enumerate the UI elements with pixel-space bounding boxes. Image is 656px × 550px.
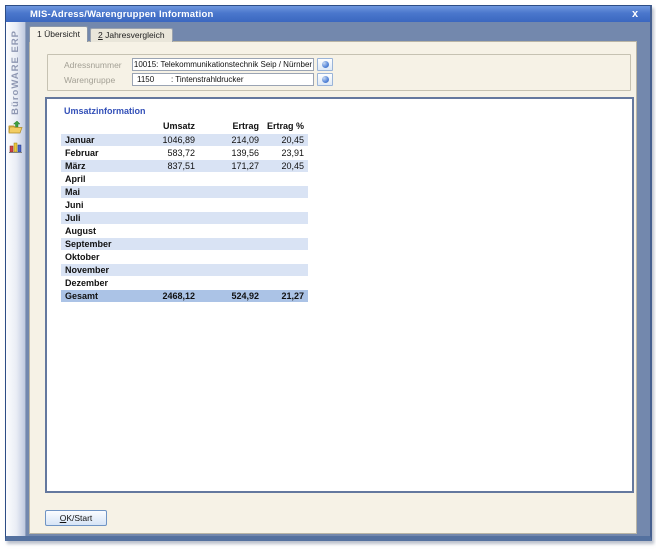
adressnummer-label: Adressnummer bbox=[64, 60, 132, 70]
ertrag-pct-cell: 20,45 bbox=[263, 160, 308, 172]
umsatz-cell bbox=[139, 238, 199, 250]
lookup-orb-icon bbox=[322, 76, 329, 83]
ertrag-pct-cell bbox=[263, 225, 308, 237]
umsatz-report-panel: Umsatzinformation Umsatz Ertrag Ertrag %… bbox=[45, 97, 634, 493]
col-header-umsatz: Umsatz bbox=[139, 120, 199, 132]
content-panel: Adressnummer 10015: Telekommunikationste… bbox=[29, 41, 637, 534]
tab-uebersicht[interactable]: 1 Übersicht bbox=[29, 26, 88, 42]
table-body: Januar 1046,89 214,09 20,45 Februar 583,… bbox=[61, 134, 308, 302]
ertrag-cell bbox=[199, 199, 263, 211]
ertrag-pct-cell bbox=[263, 251, 308, 263]
warengruppe-label: Warengruppe bbox=[64, 75, 132, 85]
ertrag-pct-cell bbox=[263, 199, 308, 211]
ertrag-cell bbox=[199, 264, 263, 276]
ertrag-pct-cell: 21,27 bbox=[263, 290, 308, 302]
table-row: Januar 1046,89 214,09 20,45 bbox=[61, 134, 308, 146]
ertrag-pct-cell: 23,91 bbox=[263, 147, 308, 159]
ertrag-cell: 214,09 bbox=[199, 134, 263, 146]
umsatz-cell bbox=[139, 251, 199, 263]
table-row: Mai bbox=[61, 186, 308, 198]
adressnummer-row: Adressnummer 10015: Telekommunikationste… bbox=[48, 58, 630, 71]
window-title: MIS-Adress/Warengruppen Information bbox=[6, 9, 213, 20]
window-body: BüroWARE ERP 1 Übersicht bbox=[6, 22, 650, 536]
table-row: April bbox=[61, 173, 308, 185]
umsatz-cell: 1046,89 bbox=[139, 134, 199, 146]
ertrag-pct-cell bbox=[263, 264, 308, 276]
col-header-ertrag-pct: Ertrag % bbox=[263, 120, 308, 132]
table-row: März 837,51 171,27 20,45 bbox=[61, 160, 308, 172]
table-row: November bbox=[61, 264, 308, 276]
table-header-row: Umsatz Ertrag Ertrag % bbox=[61, 120, 308, 132]
month-cell: Dezember bbox=[61, 277, 139, 289]
table-row: Dezember bbox=[61, 277, 308, 289]
tab-jahresvergleich[interactable]: 2 Jahresvergleich bbox=[90, 28, 173, 42]
umsatz-cell: 2468,12 bbox=[139, 290, 199, 302]
ertrag-cell bbox=[199, 251, 263, 263]
ertrag-cell bbox=[199, 173, 263, 185]
brand-sidebar: BüroWARE ERP bbox=[6, 22, 26, 536]
month-cell: März bbox=[61, 160, 139, 172]
ertrag-cell bbox=[199, 212, 263, 224]
table-row: Februar 583,72 139,56 23,91 bbox=[61, 147, 308, 159]
brand-vertical-label: BüroWARE ERP bbox=[10, 30, 21, 115]
month-cell: Mai bbox=[61, 186, 139, 198]
ertrag-cell bbox=[199, 225, 263, 237]
adressnummer-field[interactable]: 10015: Telekommunikationstechnik Seip / … bbox=[132, 58, 314, 71]
umsatz-cell bbox=[139, 277, 199, 289]
umsatz-cell bbox=[139, 199, 199, 211]
umsatz-cell bbox=[139, 225, 199, 237]
umsatz-cell: 837,51 bbox=[139, 160, 199, 172]
ertrag-cell bbox=[199, 186, 263, 198]
selection-groupbox: Adressnummer 10015: Telekommunikationste… bbox=[47, 54, 631, 91]
ertrag-cell bbox=[199, 277, 263, 289]
ertrag-pct-cell bbox=[263, 186, 308, 198]
ertrag-pct-cell: 20,45 bbox=[263, 134, 308, 146]
umsatz-table: Umsatz Ertrag Ertrag % Januar 1046,89 21… bbox=[61, 120, 308, 303]
tab-bar: 1 Übersicht 2 Jahresvergleich bbox=[29, 26, 173, 42]
ertrag-pct-cell bbox=[263, 173, 308, 185]
month-cell: Gesamt bbox=[61, 290, 139, 302]
warengruppe-row: Warengruppe 1150 : Tintenstrahldrucker bbox=[48, 73, 630, 86]
ertrag-cell: 171,27 bbox=[199, 160, 263, 172]
umsatz-cell bbox=[139, 212, 199, 224]
umsatz-cell bbox=[139, 173, 199, 185]
month-cell: Oktober bbox=[61, 251, 139, 263]
umsatz-cell bbox=[139, 264, 199, 276]
ertrag-pct-cell bbox=[263, 238, 308, 250]
warengruppe-lookup-button[interactable] bbox=[317, 73, 333, 86]
umsatz-cell bbox=[139, 186, 199, 198]
month-cell: Januar bbox=[61, 134, 139, 146]
month-cell: Juni bbox=[61, 199, 139, 211]
table-row: Juni bbox=[61, 199, 308, 211]
month-cell: September bbox=[61, 238, 139, 250]
warengruppe-field[interactable]: 1150 : Tintenstrahldrucker bbox=[132, 73, 314, 86]
adressnummer-lookup-button[interactable] bbox=[317, 58, 333, 71]
lookup-orb-icon bbox=[322, 61, 329, 68]
ertrag-pct-cell bbox=[263, 212, 308, 224]
month-cell: April bbox=[61, 173, 139, 185]
ertrag-cell bbox=[199, 238, 263, 250]
open-folder-icon[interactable] bbox=[7, 119, 24, 135]
chart-icon[interactable] bbox=[7, 139, 24, 155]
titlebar: MIS-Adress/Warengruppen Information x bbox=[6, 6, 650, 22]
table-row: September bbox=[61, 238, 308, 250]
ertrag-cell: 524,92 bbox=[199, 290, 263, 302]
month-cell: November bbox=[61, 264, 139, 276]
month-cell: Februar bbox=[61, 147, 139, 159]
month-cell: Juli bbox=[61, 212, 139, 224]
ertrag-cell: 139,56 bbox=[199, 147, 263, 159]
report-title: Umsatzinformation bbox=[64, 106, 146, 116]
umsatz-cell: 583,72 bbox=[139, 147, 199, 159]
ok-start-button[interactable]: OK/Start bbox=[45, 510, 107, 526]
close-icon[interactable]: x bbox=[628, 7, 642, 21]
ertrag-pct-cell bbox=[263, 277, 308, 289]
month-cell: August bbox=[61, 225, 139, 237]
col-header-ertrag: Ertrag bbox=[199, 120, 263, 132]
app-window: MIS-Adress/Warengruppen Information x Bü… bbox=[5, 5, 652, 541]
table-row: Oktober bbox=[61, 251, 308, 263]
table-row: Juli bbox=[61, 212, 308, 224]
table-row: August bbox=[61, 225, 308, 237]
table-row: Gesamt 2468,12 524,92 21,27 bbox=[61, 290, 308, 302]
